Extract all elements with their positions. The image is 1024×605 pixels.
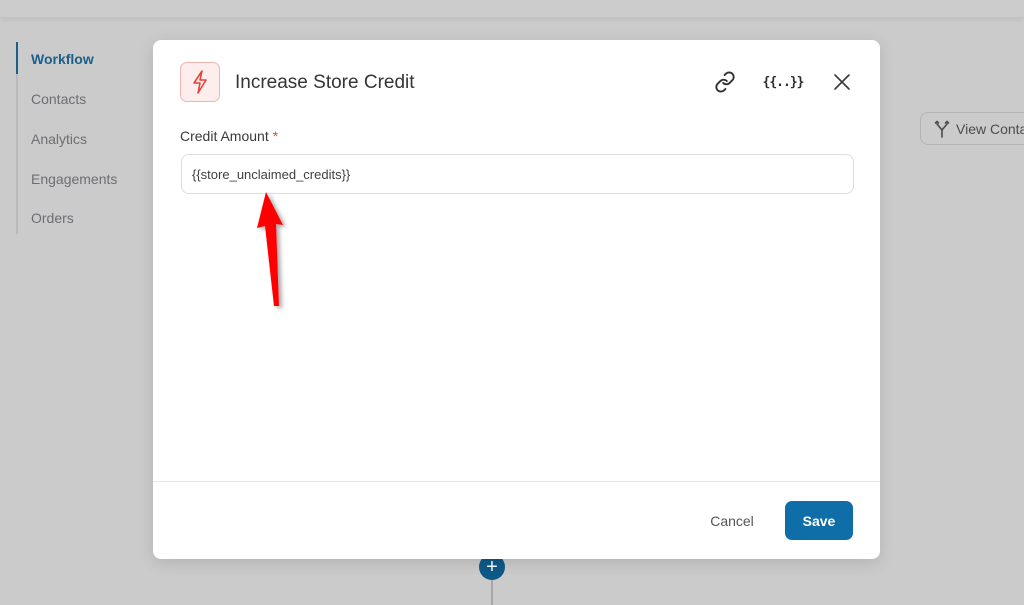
- merge-tags-button[interactable]: {{..}}: [762, 68, 805, 96]
- cancel-button[interactable]: Cancel: [693, 501, 771, 541]
- top-bar: [0, 0, 1024, 18]
- lightning-icon: [193, 70, 207, 94]
- sidebar-item-workflow[interactable]: Workflow: [31, 51, 94, 67]
- modal-title: Increase Store Credit: [235, 72, 415, 93]
- view-contacts-label: View Conta: [956, 120, 1024, 137]
- sidebar-item-orders[interactable]: Orders: [31, 210, 74, 226]
- action-icon-badge: [180, 62, 220, 102]
- active-indicator: [16, 42, 18, 74]
- credit-amount-input[interactable]: [181, 154, 854, 194]
- sidebar-nav: Workflow Contacts Analytics Engagements …: [16, 42, 148, 234]
- merge-tags-icon: {{..}}: [762, 74, 805, 90]
- action-modal: Increase Store Credit {{..}} Credit Amou…: [153, 40, 880, 559]
- credit-amount-label: Credit Amount *: [180, 128, 278, 144]
- close-icon: [834, 74, 850, 90]
- close-button[interactable]: [827, 68, 857, 96]
- link-icon: [715, 71, 735, 93]
- view-contacts-button[interactable]: View Conta: [920, 112, 1024, 145]
- footer-divider: [153, 481, 880, 482]
- credit-amount-label-text: Credit Amount: [180, 128, 269, 144]
- branch-icon: [934, 119, 950, 138]
- required-asterisk: *: [272, 128, 279, 144]
- save-button[interactable]: Save: [785, 501, 853, 540]
- sidebar-item-analytics[interactable]: Analytics: [31, 131, 87, 147]
- sidebar-item-engagements[interactable]: Engagements: [31, 171, 117, 187]
- sidebar-item-contacts[interactable]: Contacts: [31, 91, 86, 107]
- link-button[interactable]: [710, 68, 740, 96]
